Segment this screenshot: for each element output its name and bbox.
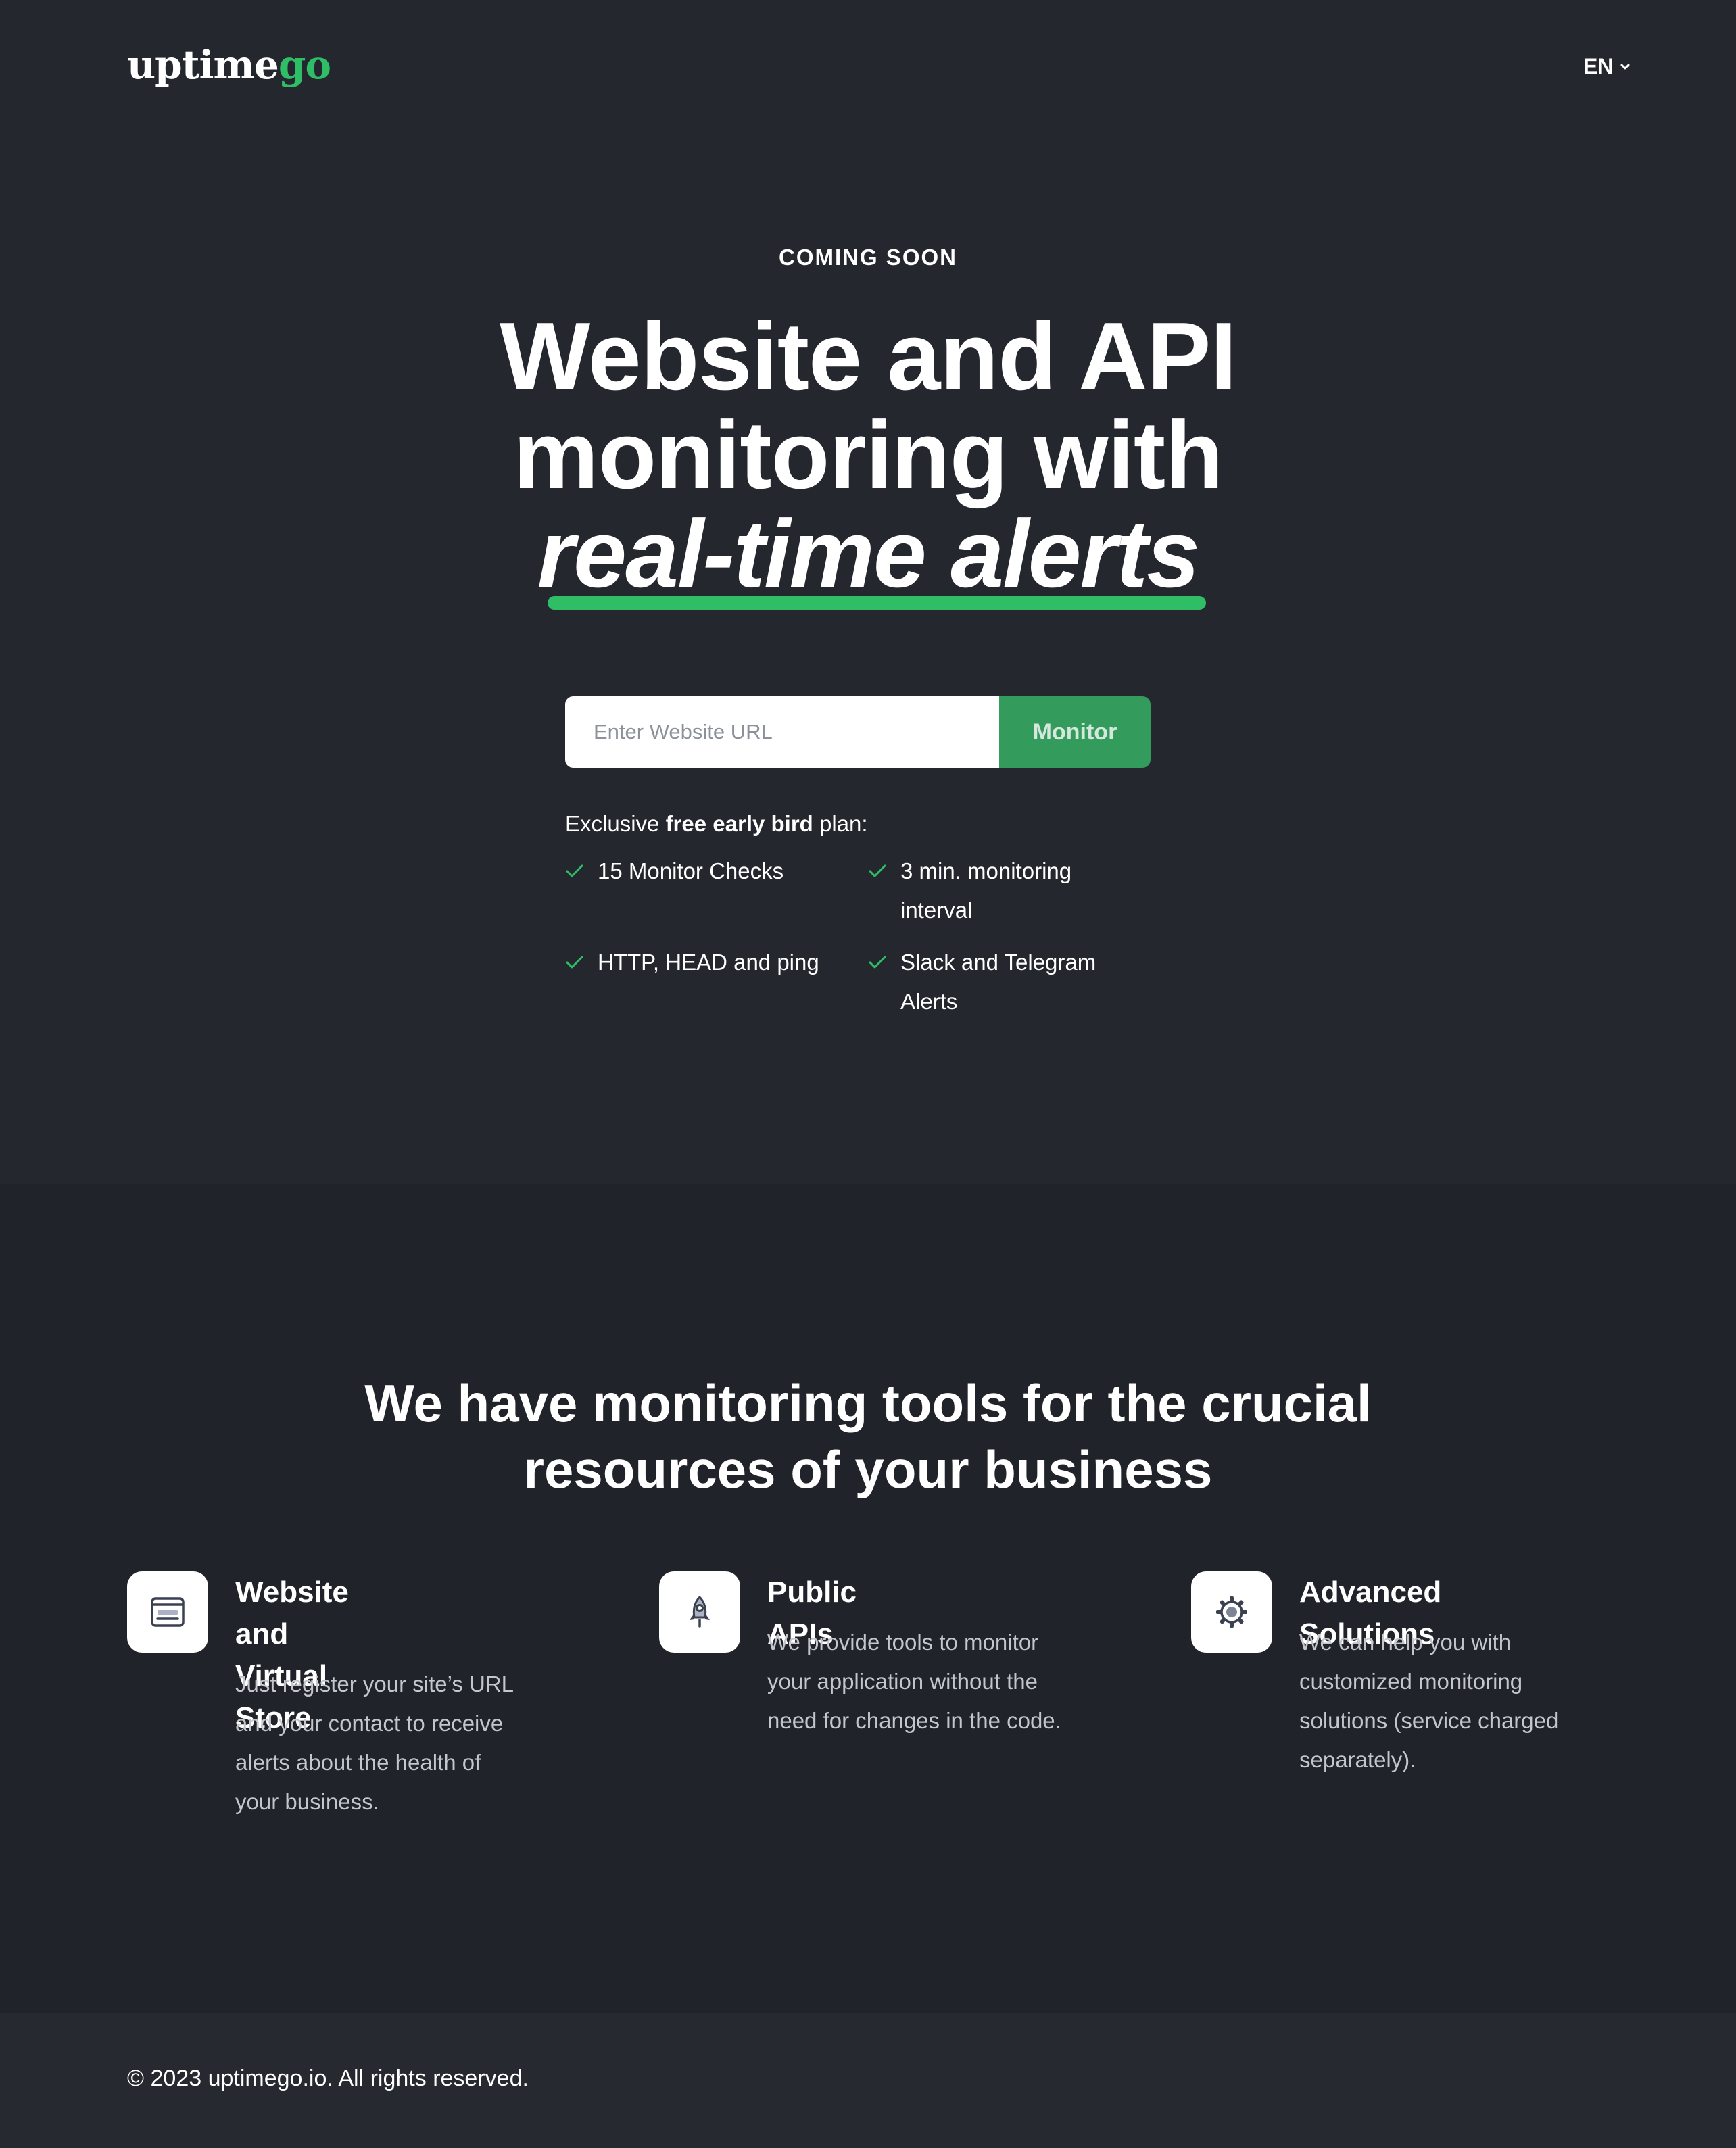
check-icon: [565, 852, 585, 891]
card-desc-line: need for changes in the code.: [767, 1708, 1061, 1733]
rocket-icon: [659, 1571, 740, 1653]
gear-icon: [1191, 1571, 1272, 1653]
browser-window-icon: [127, 1571, 208, 1653]
feature-text: 3 min. monitoring: [900, 858, 1072, 883]
card-desc-line: We provide tools to monitor: [767, 1630, 1039, 1655]
monitor-form: Monitor: [565, 696, 1151, 768]
card-description: Just register your site’s URL and your c…: [235, 1665, 573, 1822]
monitor-button[interactable]: Monitor: [999, 696, 1151, 768]
card-desc-line: and your contact to receive: [235, 1711, 504, 1736]
website-url-input[interactable]: [565, 696, 999, 768]
headline-line-1: Website and API: [500, 303, 1237, 410]
card-description: We can help you with customized monitori…: [1299, 1623, 1664, 1780]
card-desc-line: your business.: [235, 1789, 379, 1814]
plan-bold: free early bird: [665, 811, 813, 836]
hero-section: uptime go EN COMING SOON Website and API …: [0, 0, 1736, 1184]
coming-soon-label: COMING SOON: [778, 245, 957, 270]
tools-title: We have monitoring tools for the crucial…: [0, 1370, 1736, 1503]
feature-item: Slack and Telegram Alerts: [868, 943, 1096, 1021]
logo-text-accent: go: [278, 42, 331, 88]
language-selector[interactable]: EN: [1583, 54, 1632, 79]
language-label: EN: [1583, 54, 1614, 78]
headline-line-2: monitoring with: [513, 401, 1224, 509]
card-desc-line: your application without the: [767, 1669, 1038, 1694]
plan-prefix: Exclusive: [565, 811, 660, 836]
card-desc-line: customized monitoring: [1299, 1669, 1523, 1694]
tools-title-line-1: We have monitoring tools for the crucial: [364, 1373, 1372, 1433]
card-desc-line: alerts about the health of: [235, 1750, 481, 1775]
card-desc-line: Just register your site’s URL: [235, 1671, 514, 1697]
logo-text-main: uptime: [127, 42, 279, 88]
check-icon: [868, 852, 888, 891]
hero-headline: Website and API monitoring with real-tim…: [0, 308, 1736, 604]
feature-text: 15 Monitor Checks: [598, 858, 784, 883]
check-icon: [565, 943, 585, 982]
card-desc-line: solutions (service charged: [1299, 1708, 1559, 1733]
plan-intro: Exclusive free early bird plan:: [565, 811, 868, 837]
card-desc-line: We can help you with: [1299, 1630, 1512, 1655]
footer: © 2023 uptimego.io. All rights reserved.: [0, 2013, 1736, 2148]
feature-text-cont: interval: [900, 898, 973, 923]
tools-title-line-2: resources of your business: [523, 1440, 1213, 1499]
feature-text: Slack and Telegram: [900, 950, 1096, 975]
plan-suffix: plan:: [819, 811, 868, 836]
tools-section: We have monitoring tools for the crucial…: [0, 1184, 1736, 2013]
headline-emphasis: real-time alerts: [537, 500, 1200, 608]
feature-item: 3 min. monitoring interval: [868, 852, 1071, 930]
chevron-down-icon: [1620, 64, 1630, 69]
feature-text-cont: Alerts: [900, 989, 958, 1014]
feature-item: HTTP, HEAD and ping: [565, 943, 819, 982]
logo[interactable]: uptime go: [127, 42, 331, 88]
check-icon: [868, 943, 888, 982]
card-description: We provide tools to monitor your applica…: [767, 1623, 1119, 1740]
copyright-text: © 2023 uptimego.io. All rights reserved.: [127, 2066, 529, 2091]
feature-item: 15 Monitor Checks: [565, 852, 783, 891]
headline-underline: [548, 596, 1206, 610]
feature-text: HTTP, HEAD and ping: [598, 950, 819, 975]
card-desc-line: separately).: [1299, 1747, 1416, 1772]
